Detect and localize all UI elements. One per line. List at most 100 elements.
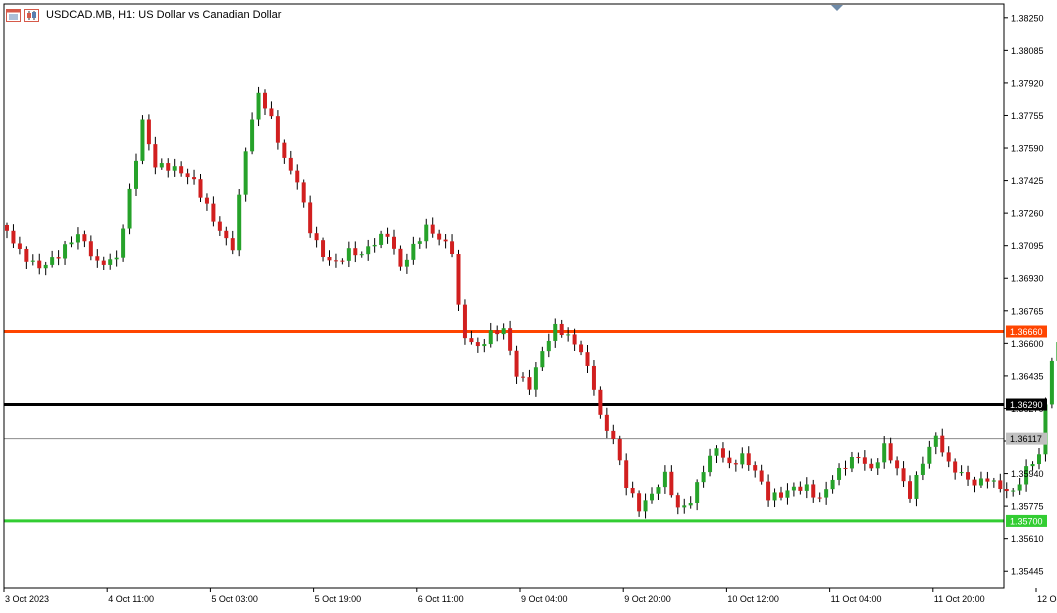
candle-body xyxy=(69,242,74,245)
candle-body xyxy=(849,457,854,469)
candle-body xyxy=(224,230,229,239)
candle-body xyxy=(95,256,100,261)
y-tick-label: 1.38250 xyxy=(1011,13,1044,23)
candle-body xyxy=(172,166,177,171)
resistance-label: 1.36660 xyxy=(1010,327,1043,337)
candle-body xyxy=(288,157,293,171)
candle-body xyxy=(888,443,893,461)
candle-body xyxy=(88,241,93,257)
pivot-label: 1.36290 xyxy=(1010,400,1043,410)
candle-body xyxy=(579,344,584,353)
candle-body xyxy=(527,377,532,390)
candle-body xyxy=(237,194,242,251)
candle-body xyxy=(1037,454,1041,465)
candle-body xyxy=(875,462,880,469)
candle-body xyxy=(830,479,835,490)
candle-body xyxy=(75,234,80,243)
candle-body xyxy=(1043,404,1048,455)
candle-body xyxy=(301,182,306,203)
candle-body xyxy=(766,481,771,501)
candle-body xyxy=(308,202,313,234)
candle-body xyxy=(772,492,777,501)
candle-body xyxy=(82,234,87,242)
candle-body xyxy=(1004,489,1009,492)
candle xyxy=(121,224,126,262)
candle-body xyxy=(398,248,403,267)
y-tick-label: 1.36435 xyxy=(1011,371,1044,381)
candle-body xyxy=(611,430,616,439)
candle-body xyxy=(553,323,558,341)
candle-body xyxy=(346,248,351,261)
candle-body xyxy=(424,224,429,242)
candle-body xyxy=(901,468,906,482)
candle-body xyxy=(11,230,16,244)
candle-body xyxy=(675,495,680,508)
candle-body xyxy=(720,448,725,458)
candle-body xyxy=(269,108,274,117)
x-tick-label: 9 Oct 20:00 xyxy=(624,594,671,604)
y-tick-label: 1.35775 xyxy=(1011,502,1044,512)
candle-body xyxy=(682,505,687,508)
candle-body xyxy=(669,471,674,496)
candle-body xyxy=(417,241,422,244)
candle-body xyxy=(198,179,203,198)
candle-body xyxy=(533,367,538,390)
candle-chart-icon[interactable] xyxy=(24,8,39,22)
candle-body xyxy=(495,330,500,335)
chart-window-icon[interactable] xyxy=(6,8,21,22)
candle-body xyxy=(978,478,983,486)
chart-window[interactable]: 1.38250 1.38085 1.37920 1.37755 1.37590 1.374… xyxy=(0,0,1057,608)
y-tick-label: 1.38085 xyxy=(1011,46,1044,56)
candle-body xyxy=(204,197,209,204)
candle-body xyxy=(546,340,551,352)
candle-body xyxy=(940,435,945,453)
candle-body xyxy=(688,502,693,506)
candle-body xyxy=(275,116,280,143)
candle-body xyxy=(856,457,861,459)
x-tick-label: 5 Oct 03:00 xyxy=(211,594,258,604)
y-tick-label: 1.37920 xyxy=(1011,78,1044,88)
y-tick-label: 1.37590 xyxy=(1011,144,1044,154)
candle-body xyxy=(991,480,996,482)
candle-body xyxy=(250,119,255,152)
candle-body xyxy=(740,453,745,465)
candle-body xyxy=(972,479,977,486)
candle-body xyxy=(327,257,332,261)
candle-body xyxy=(392,236,396,249)
candle-body xyxy=(437,233,442,240)
candle-body xyxy=(385,233,390,237)
y-tick-label: 1.37425 xyxy=(1011,176,1044,186)
candle-body xyxy=(469,338,474,343)
price-chart[interactable]: 1.38250 1.38085 1.37920 1.37755 1.37590 1.374… xyxy=(0,0,1057,608)
candle-body xyxy=(456,254,461,305)
candle-body xyxy=(920,463,925,475)
candle-body xyxy=(959,472,964,474)
candle-body xyxy=(598,389,603,415)
candle-body xyxy=(985,478,990,482)
y-tick-label: 1.36765 xyxy=(1011,306,1044,316)
x-tick-label: 6 Oct 11:00 xyxy=(418,594,464,604)
candle-body xyxy=(17,243,22,249)
candle xyxy=(456,249,461,312)
candle-body xyxy=(798,486,803,491)
candle-body xyxy=(243,151,248,195)
candle-body xyxy=(411,243,416,260)
candle-body xyxy=(572,334,577,345)
candle-body xyxy=(134,160,138,189)
candle xyxy=(127,183,132,235)
candle-body xyxy=(1017,484,1022,491)
candle-body xyxy=(1011,490,1016,492)
x-tick-label: 3 Oct 2023 xyxy=(5,594,49,604)
candle-body xyxy=(837,467,842,480)
candle-body xyxy=(791,486,796,491)
candle-body xyxy=(617,438,622,461)
candle-body xyxy=(179,166,184,174)
candle-body xyxy=(701,472,706,483)
candle xyxy=(462,299,467,345)
candle-body xyxy=(56,257,61,259)
candle-body xyxy=(882,443,887,463)
y-tick-label: 1.37755 xyxy=(1011,111,1044,121)
y-tick-label: 1.35445 xyxy=(1011,567,1044,577)
candle-body xyxy=(475,342,480,347)
candle-body xyxy=(340,260,345,262)
